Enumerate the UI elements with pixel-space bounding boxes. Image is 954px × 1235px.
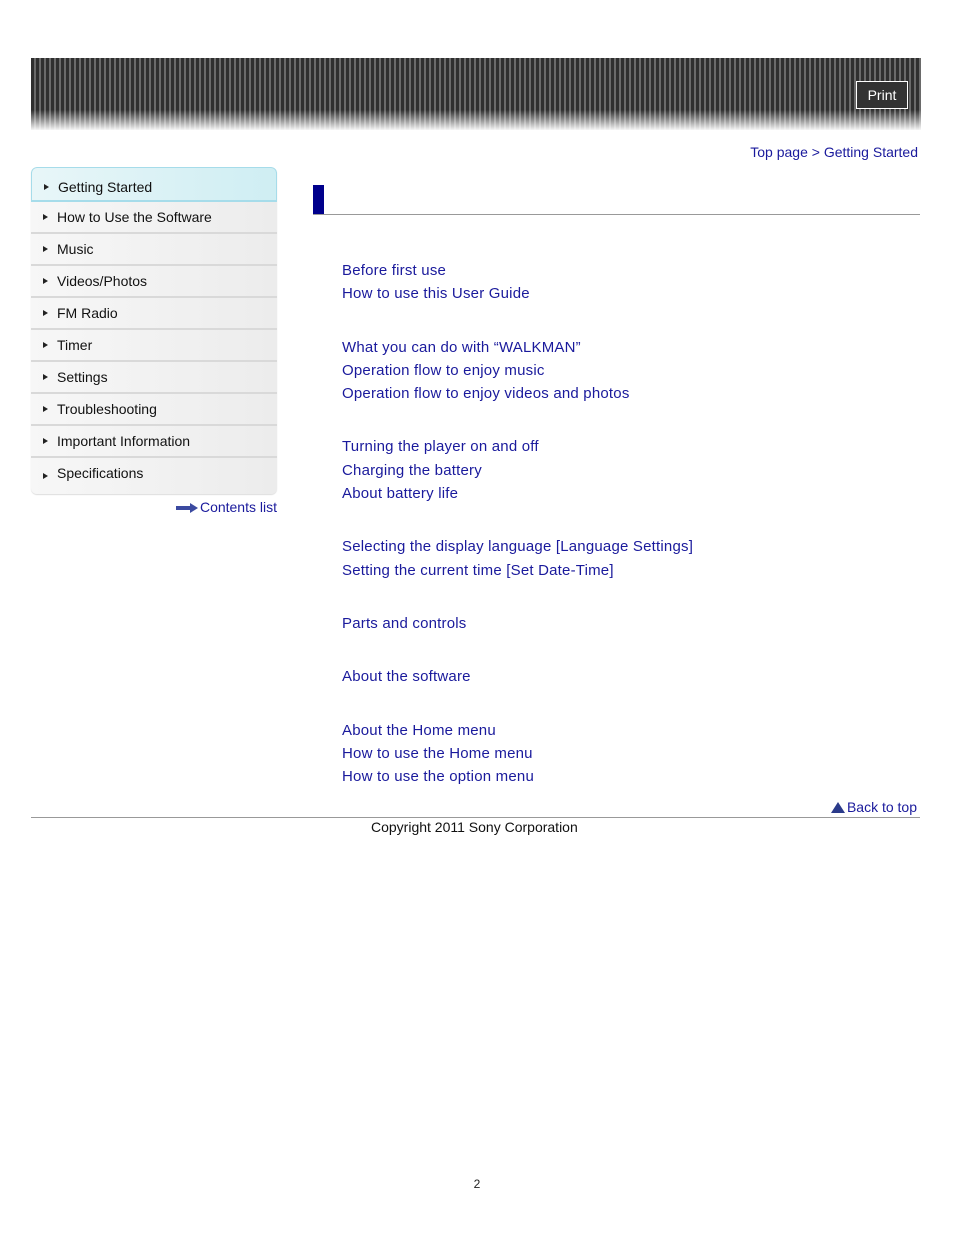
link-group: About the Home menu How to use the Home … bbox=[342, 719, 693, 789]
link-before-first-use[interactable]: Before first use bbox=[342, 259, 693, 282]
footer-divider bbox=[31, 817, 920, 818]
sidebar-item-how-to-use-software[interactable]: How to Use the Software bbox=[31, 202, 277, 234]
link-about-software[interactable]: About the software bbox=[342, 665, 693, 688]
sidebar-item-label: Troubleshooting bbox=[57, 401, 157, 417]
triangle-right-icon bbox=[43, 310, 48, 316]
sidebar-item-settings[interactable]: Settings bbox=[31, 362, 277, 394]
sidebar-item-label: Settings bbox=[57, 369, 108, 385]
triangle-right-icon bbox=[43, 473, 48, 479]
link-how-to-use-option-menu[interactable]: How to use the option menu bbox=[342, 765, 693, 788]
triangle-right-icon bbox=[44, 184, 49, 190]
link-about-battery-life[interactable]: About battery life bbox=[342, 482, 693, 505]
triangle-right-icon bbox=[43, 438, 48, 444]
link-group: Parts and controls bbox=[342, 612, 693, 635]
link-group: Selecting the display language [Language… bbox=[342, 535, 693, 582]
triangle-right-icon bbox=[43, 278, 48, 284]
arrow-right-icon bbox=[175, 503, 198, 514]
link-how-to-use-home-menu[interactable]: How to use the Home menu bbox=[342, 742, 693, 765]
sidebar-item-label: Videos/Photos bbox=[57, 273, 148, 289]
sidebar-item-label: Specifications bbox=[57, 465, 144, 481]
link-parts-and-controls[interactable]: Parts and controls bbox=[342, 612, 693, 635]
back-to-top-link[interactable]: Back to top bbox=[830, 799, 917, 815]
link-what-you-can-do[interactable]: What you can do with “WALKMAN” bbox=[342, 336, 693, 359]
back-to-top-label: Back to top bbox=[846, 799, 917, 815]
contents-list-label: Contents list bbox=[199, 499, 277, 515]
sidebar-item-label: FM Radio bbox=[57, 305, 118, 321]
sidebar-item-label: How to Use the Software bbox=[57, 209, 212, 225]
triangle-up-icon bbox=[830, 802, 845, 813]
page-heading bbox=[313, 185, 920, 215]
link-display-language[interactable]: Selecting the display language [Language… bbox=[342, 535, 693, 558]
sidebar-item-troubleshooting[interactable]: Troubleshooting bbox=[31, 394, 277, 426]
link-set-date-time[interactable]: Setting the current time [Set Date-Time] bbox=[342, 559, 693, 582]
header-banner bbox=[31, 58, 921, 130]
sidebar-item-label: Timer bbox=[57, 337, 93, 353]
triangle-right-icon bbox=[43, 214, 48, 220]
link-group: About the software bbox=[342, 665, 693, 688]
sidebar-item-timer[interactable]: Timer bbox=[31, 330, 277, 362]
breadcrumb: Top page > Getting Started bbox=[750, 144, 918, 160]
link-group: Turning the player on and off Charging t… bbox=[342, 435, 693, 505]
sidebar-item-label: Getting Started bbox=[58, 179, 153, 195]
link-operation-flow-videos-photos[interactable]: Operation flow to enjoy videos and photo… bbox=[342, 382, 693, 405]
sidebar-item-specifications[interactable]: Specifications bbox=[31, 458, 277, 494]
sidebar-item-label: Music bbox=[57, 241, 94, 257]
sidebar-item-getting-started[interactable]: Getting Started bbox=[31, 167, 277, 202]
heading-accent-bar bbox=[313, 185, 324, 214]
copyright-text: Copyright 2011 Sony Corporation bbox=[371, 819, 578, 835]
link-how-to-use-user-guide[interactable]: How to use this User Guide bbox=[342, 282, 693, 305]
sidebar-item-fm-radio[interactable]: FM Radio bbox=[31, 298, 277, 330]
link-group: What you can do with “WALKMAN” Operation… bbox=[342, 336, 693, 406]
link-turning-player-on-off[interactable]: Turning the player on and off bbox=[342, 435, 693, 458]
sidebar-item-videos-photos[interactable]: Videos/Photos bbox=[31, 266, 277, 298]
breadcrumb-separator: > bbox=[811, 144, 824, 160]
triangle-right-icon bbox=[43, 342, 48, 348]
link-operation-flow-music[interactable]: Operation flow to enjoy music bbox=[342, 359, 693, 382]
breadcrumb-getting-started[interactable]: Getting Started bbox=[824, 144, 918, 160]
triangle-right-icon bbox=[43, 374, 48, 380]
sidebar-nav: Getting Started How to Use the Software … bbox=[31, 167, 277, 494]
contents-list-link[interactable]: Contents list bbox=[175, 499, 277, 515]
link-about-home-menu[interactable]: About the Home menu bbox=[342, 719, 693, 742]
sidebar-item-music[interactable]: Music bbox=[31, 234, 277, 266]
triangle-right-icon bbox=[43, 246, 48, 252]
sidebar-item-label: Important Information bbox=[57, 433, 191, 449]
page-number: 2 bbox=[473, 1177, 481, 1191]
sidebar-item-important-information[interactable]: Important Information bbox=[31, 426, 277, 458]
triangle-right-icon bbox=[43, 406, 48, 412]
link-group: Before first use How to use this User Gu… bbox=[342, 259, 693, 306]
print-button[interactable]: Print bbox=[856, 81, 908, 109]
link-charging-battery[interactable]: Charging the battery bbox=[342, 459, 693, 482]
breadcrumb-top-page[interactable]: Top page bbox=[750, 144, 808, 160]
topic-links: Before first use How to use this User Gu… bbox=[342, 259, 693, 818]
